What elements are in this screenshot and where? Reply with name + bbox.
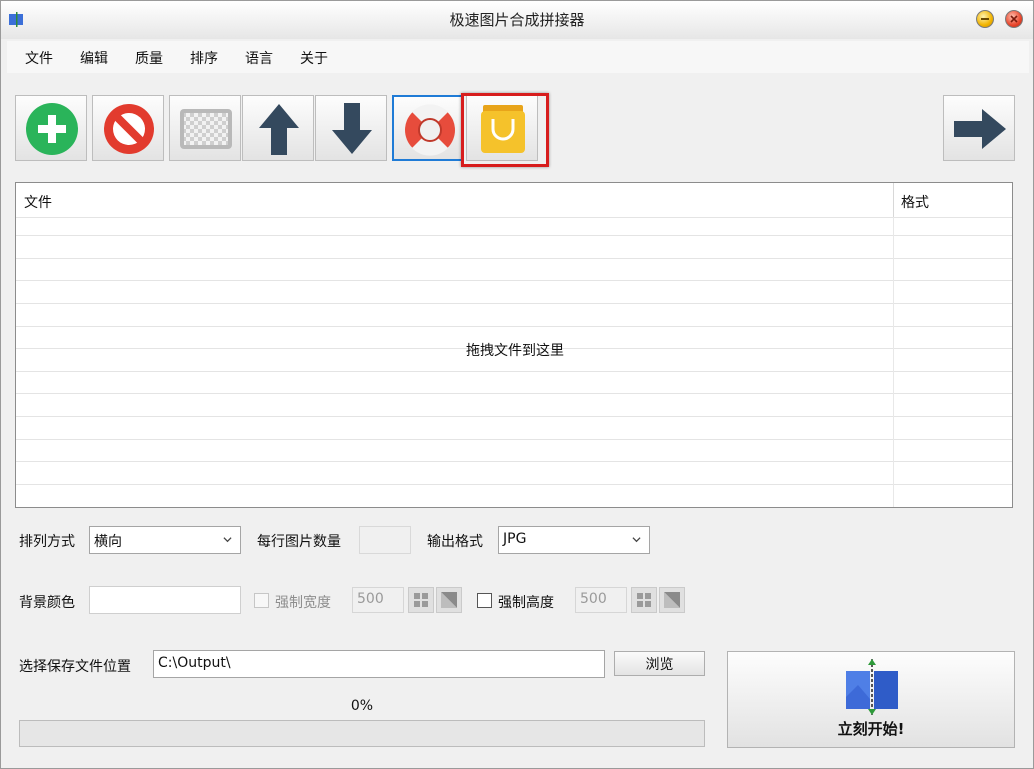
menu-bar: 文件 编辑 质量 排序 语言 关于 <box>7 41 1029 73</box>
menu-quality[interactable]: 质量 <box>135 48 163 68</box>
move-up-button[interactable] <box>242 95 314 161</box>
title-bar: 极速图片合成拼接器 <box>1 1 1033 39</box>
menu-language[interactable]: 语言 <box>245 48 273 68</box>
clear-button[interactable] <box>169 95 241 161</box>
force-width-label: 强制宽度 <box>275 595 331 611</box>
add-button[interactable] <box>15 95 87 161</box>
prohibit-icon <box>104 104 154 154</box>
start-button[interactable]: 立刻开始! <box>727 651 1015 748</box>
file-list-table[interactable]: 文件 格式 拖拽文件到这里 <box>15 182 1013 508</box>
width-grid-button[interactable] <box>408 587 434 613</box>
help-button[interactable] <box>392 95 464 161</box>
chevron-down-icon <box>632 537 641 543</box>
table-row <box>16 303 1012 304</box>
next-button[interactable] <box>943 95 1015 161</box>
merge-images-icon <box>846 659 898 715</box>
per-row-label: 每行图片数量 <box>257 534 341 550</box>
chevron-down-icon <box>223 537 232 543</box>
bg-color-picker[interactable] <box>89 586 241 614</box>
table-row <box>16 371 1012 372</box>
minimize-button[interactable] <box>976 10 994 28</box>
table-row <box>16 326 1012 327</box>
window-title: 极速图片合成拼接器 <box>449 11 585 29</box>
force-width-checkbox[interactable] <box>254 593 269 608</box>
highlight-frame <box>461 93 549 167</box>
save-path-input[interactable]: C:\Output\ <box>153 650 605 678</box>
arrow-down-icon <box>332 103 372 154</box>
height-grid-button[interactable] <box>631 587 657 613</box>
close-icon <box>1010 15 1018 23</box>
progress-percent: 0% <box>350 698 374 714</box>
move-down-button[interactable] <box>315 95 387 161</box>
bg-color-label: 背景颜色 <box>19 595 75 611</box>
grid-icon <box>637 593 651 607</box>
arrange-label: 排列方式 <box>19 534 75 550</box>
force-height-input[interactable]: 500 <box>575 587 627 613</box>
per-row-input[interactable] <box>359 526 411 554</box>
width-aspect-button[interactable] <box>436 587 462 613</box>
progress-bar <box>19 720 705 747</box>
force-width-input[interactable]: 500 <box>352 587 404 613</box>
output-format-select[interactable]: JPG <box>498 526 650 554</box>
force-height-checkbox[interactable] <box>477 593 492 608</box>
start-button-label: 立刻开始! <box>837 720 905 738</box>
table-row <box>16 217 1012 218</box>
lifebuoy-icon <box>405 104 455 156</box>
table-row <box>16 439 1012 440</box>
column-header-file[interactable]: 文件 <box>16 183 893 217</box>
save-location-label: 选择保存文件位置 <box>19 659 131 675</box>
table-row <box>16 416 1012 417</box>
table-row <box>16 235 1012 236</box>
menu-file[interactable]: 文件 <box>25 48 53 68</box>
grid-icon <box>414 593 428 607</box>
column-header-format[interactable]: 格式 <box>893 183 1012 217</box>
arrange-select[interactable]: 横向 <box>89 526 241 554</box>
menu-edit[interactable]: 编辑 <box>80 48 108 68</box>
column-divider <box>893 217 894 507</box>
menu-sort[interactable]: 排序 <box>190 48 218 68</box>
table-row <box>16 393 1012 394</box>
force-height-label: 强制高度 <box>498 595 554 611</box>
app-window: 极速图片合成拼接器 文件 编辑 质量 排序 语言 关于 文件 格式 拖拽文件到这… <box>0 0 1034 769</box>
drop-files-hint: 拖拽文件到这里 <box>466 343 564 359</box>
minimize-icon <box>981 18 989 20</box>
checkerboard-icon <box>180 109 232 149</box>
output-format-label: 输出格式 <box>427 534 483 550</box>
menu-about[interactable]: 关于 <box>300 48 328 68</box>
height-aspect-button[interactable] <box>659 587 685 613</box>
plus-circle-icon <box>26 103 78 155</box>
table-row <box>16 484 1012 485</box>
table-row <box>16 258 1012 259</box>
browse-button[interactable]: 浏览 <box>614 651 705 676</box>
aspect-ratio-icon <box>664 592 680 608</box>
table-row <box>16 280 1012 281</box>
arrange-value: 横向 <box>94 534 122 550</box>
arrow-up-icon <box>259 104 299 155</box>
table-row <box>16 461 1012 462</box>
arrow-right-icon <box>954 109 1006 149</box>
output-format-value: JPG <box>503 531 527 547</box>
close-button[interactable] <box>1005 10 1023 28</box>
remove-button[interactable] <box>92 95 164 161</box>
aspect-ratio-icon <box>441 592 457 608</box>
